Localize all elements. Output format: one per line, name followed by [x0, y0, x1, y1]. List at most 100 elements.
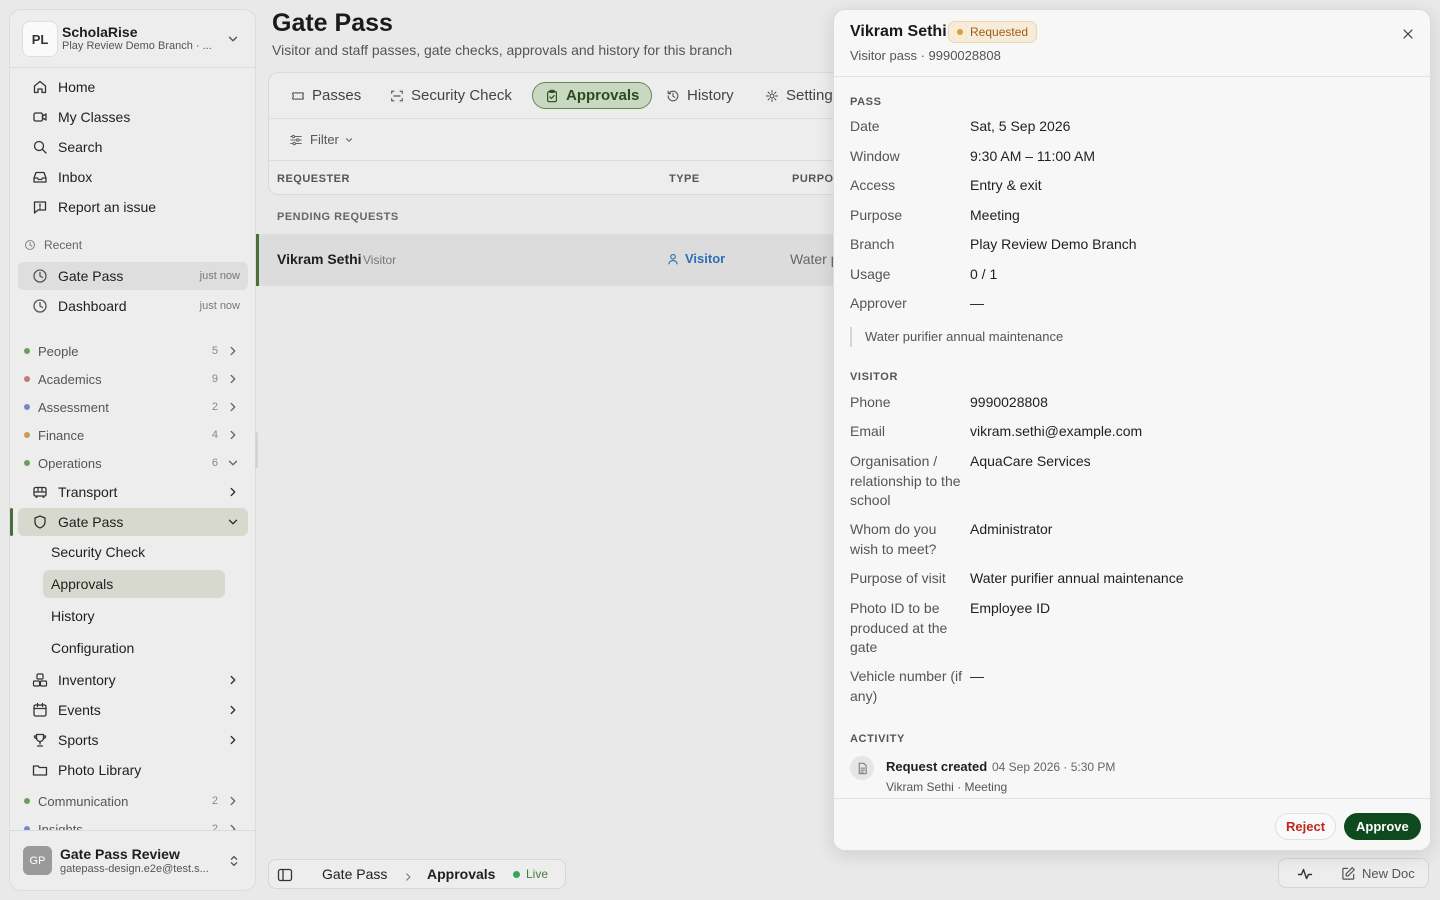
nav-my-classes[interactable]: My Classes: [18, 103, 248, 131]
visitor-value: Employee ID: [970, 600, 1051, 616]
breadcrumb-item-approvals[interactable]: Approvals: [427, 866, 495, 882]
chevron-down-icon: [226, 515, 240, 529]
pass-value: 9:30 AM – 11:00 AM: [970, 148, 1096, 164]
filter-button[interactable]: Filter: [289, 132, 354, 147]
sub-item-label: Security Check: [51, 544, 146, 560]
visitor-value: AquaCare Services: [970, 453, 1091, 469]
nav-transport[interactable]: Transport: [18, 478, 248, 506]
nav-approvals[interactable]: Approvals: [43, 570, 225, 598]
user-menu[interactable]: GP Gate Pass Review gatepass-design.e2e@…: [10, 830, 255, 890]
visitor-value: Water purifier annual maintenance: [970, 570, 1184, 586]
visitor-value: 9990028808: [970, 394, 1048, 410]
nav-report-issue[interactable]: Report an issue: [18, 193, 248, 221]
tab-label: Setting: [786, 87, 833, 104]
org-avatar: PL: [22, 21, 58, 57]
clipboard-check-icon: [545, 89, 559, 103]
visitor-value: Administrator: [970, 521, 1053, 537]
nav-gate-pass-label: Gate Pass: [58, 514, 124, 530]
inbox-icon: [32, 169, 48, 185]
nav-inbox[interactable]: Inbox: [18, 163, 248, 191]
recent-item-dashboard[interactable]: Dashboard just now: [18, 292, 248, 320]
nav-configuration[interactable]: Configuration: [43, 634, 225, 662]
nav-search[interactable]: Search: [18, 133, 248, 161]
clock-icon: [32, 268, 48, 284]
chevron-right-icon: [226, 673, 240, 687]
nav-home[interactable]: Home: [18, 73, 248, 101]
sidebar-resize-handle[interactable]: [255, 432, 258, 468]
group-people[interactable]: People 5: [24, 341, 248, 361]
chevron-right-icon: [226, 344, 240, 358]
request-detail-drawer: Vikram Sethi Requested Visitor pass · 99…: [833, 9, 1431, 851]
chevron-right-icon: [226, 428, 240, 442]
visitor-value: vikram.sethi@example.com: [970, 423, 1143, 439]
nav-security-check[interactable]: Security Check: [43, 538, 225, 566]
status-label: Live: [526, 867, 549, 881]
chevron-right-icon: [403, 869, 413, 881]
sub-item-label: Approvals: [51, 576, 114, 592]
org-name: ScholaRise: [62, 24, 138, 40]
sidebar: PL ScholaRise Play Review Demo Branch · …: [9, 9, 256, 891]
nav-inventory-label: Inventory: [58, 672, 116, 688]
pass-label: Approver: [850, 295, 907, 311]
chevron-right-icon: [226, 485, 240, 499]
tab-label: Passes: [312, 87, 362, 104]
pass-label: Access: [850, 177, 896, 193]
column-header-requester[interactable]: REQUESTER: [277, 173, 350, 185]
bus-icon: [32, 484, 48, 500]
chevrons-up-down-icon[interactable]: [227, 854, 241, 868]
pass-label: Branch: [850, 236, 895, 252]
nav-events[interactable]: Events: [18, 696, 248, 724]
group-dot: [24, 460, 30, 466]
purpose-cell: Water p: [790, 251, 839, 267]
group-label: Assessment: [38, 399, 109, 415]
table-row[interactable]: Vikram Sethi Visitor Visitor Water p: [256, 234, 839, 286]
page-title: Gate Pass: [272, 9, 393, 37]
tab-security-check[interactable]: Security Check: [378, 82, 524, 109]
message-alert-icon: [32, 199, 48, 215]
group-label: People: [38, 343, 79, 359]
tab-approvals[interactable]: Approvals: [532, 82, 653, 109]
group-academics[interactable]: Academics 9: [24, 369, 248, 389]
group-finance[interactable]: Finance 4: [24, 425, 248, 445]
tab-history[interactable]: History: [654, 82, 746, 109]
table-header: REQUESTER TYPE PURPO: [269, 160, 867, 194]
nav-inbox-label: Inbox: [58, 169, 93, 185]
group-count: 9: [211, 373, 218, 385]
activity-icon[interactable]: [1297, 866, 1313, 882]
nav-sports[interactable]: Sports: [18, 726, 248, 754]
org-switcher[interactable]: PL ScholaRise Play Review Demo Branch · …: [10, 10, 255, 68]
drawer-subtitle: Visitor pass · 9990028808: [850, 48, 1001, 63]
nav-history[interactable]: History: [43, 602, 225, 630]
nav-photo-library[interactable]: Photo Library: [18, 756, 248, 784]
chevron-down-icon[interactable]: [226, 32, 240, 46]
approvals-card: Passes Security Check Approvals History …: [268, 72, 868, 195]
group-count: 2: [211, 795, 218, 807]
column-header-type[interactable]: TYPE: [669, 173, 700, 185]
sub-item-label: Configuration: [51, 640, 135, 656]
recent-item-gate-pass[interactable]: Gate Pass just now: [18, 262, 248, 290]
group-communication[interactable]: Communication 2: [24, 791, 248, 811]
new-doc-button[interactable]: New Doc: [1341, 866, 1415, 881]
nav-gate-pass[interactable]: Gate Pass: [10, 508, 248, 536]
reject-button[interactable]: Reject: [1275, 813, 1337, 840]
group-assessment[interactable]: Assessment 2: [24, 397, 248, 417]
group-label: Communication: [38, 793, 129, 809]
clock-icon: [24, 239, 36, 251]
tab-passes[interactable]: Passes: [279, 82, 373, 109]
activity-time: 04 Sep 2026 · 5:30 PM: [992, 760, 1116, 774]
visitor-label: Phone: [850, 394, 891, 410]
close-icon[interactable]: [1401, 27, 1415, 41]
sidebar-toggle-icon[interactable]: [277, 867, 293, 883]
breadcrumb-item-gate-pass[interactable]: Gate Pass: [322, 866, 387, 882]
nav-inventory[interactable]: Inventory: [18, 666, 248, 694]
user-icon: [667, 253, 679, 265]
group-count: 5: [211, 345, 218, 357]
group-operations[interactable]: Operations 6: [24, 453, 248, 473]
tab-settings[interactable]: Setting: [753, 82, 845, 109]
column-header-purpose[interactable]: PURPO: [792, 173, 834, 185]
approve-button[interactable]: Approve: [1344, 813, 1421, 840]
recent-item-label: Gate Pass: [58, 268, 124, 284]
recent-item-label: Dashboard: [58, 298, 127, 314]
group-count: 6: [211, 457, 218, 469]
boxes-icon: [32, 672, 48, 688]
